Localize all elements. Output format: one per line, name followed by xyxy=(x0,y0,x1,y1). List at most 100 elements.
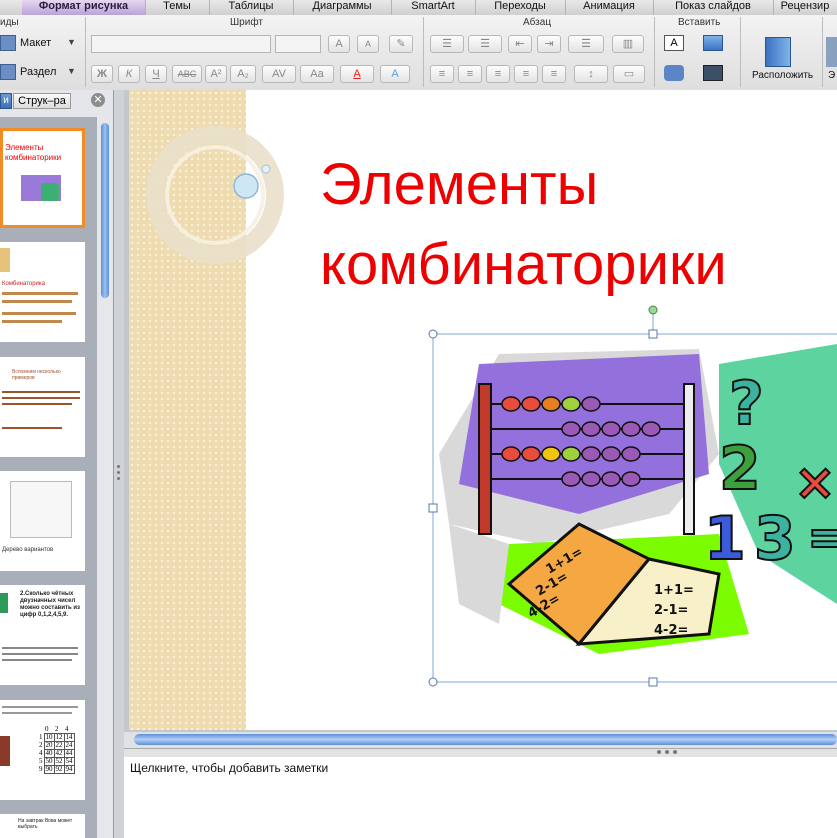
thumbnail-text-line xyxy=(2,403,72,405)
thumbnail-list: Элементы комбинаторики Комбинаторика Всп… xyxy=(0,117,97,838)
slide-thumbnail[interactable]: Дерево вариантов xyxy=(0,471,85,571)
tab-slides[interactable]: и xyxy=(0,93,12,109)
tab-charts[interactable]: Диаграммы xyxy=(293,0,392,15)
chevron-down-icon[interactable]: ▼ xyxy=(67,66,76,76)
distributed-icon[interactable]: ≡ xyxy=(542,65,566,83)
slide-thumbnail[interactable]: Элементы комбинаторики xyxy=(0,128,85,228)
slide-thumbnail[interactable]: 0 2 4 1 10 12 14 2 20 22 24 4 40 42 44 5 50 52 54 9 90 92 94 xyxy=(0,700,85,800)
slide-title[interactable]: Элементы комбинаторики xyxy=(320,145,820,305)
columns-icon[interactable]: ▥ xyxy=(612,35,644,53)
subscript-button[interactable]: A₂ xyxy=(230,65,256,83)
thumbnail-text-line xyxy=(2,292,78,295)
next-group-label: Э xyxy=(828,70,836,81)
scrollbar-thumb[interactable] xyxy=(101,123,109,298)
italic-button[interactable]: К xyxy=(118,65,140,83)
slide[interactable]: Элементы комбинаторики 1+1= 2-1= 4-2= 1+… xyxy=(129,90,837,730)
superscript-button[interactable]: A² xyxy=(205,65,227,83)
thumbnail-text-line xyxy=(2,647,78,649)
thumbnail-table-cell: 92 xyxy=(53,765,65,774)
character-spacing-button[interactable]: AV xyxy=(262,65,296,83)
thumbnail-table-cell: 94 xyxy=(63,765,75,774)
thumbnail-text-line xyxy=(2,653,78,655)
tab-slide-show[interactable]: Показ слайдов xyxy=(653,0,774,15)
thumbnail-text-line xyxy=(2,706,78,708)
align-text-icon[interactable]: ▭ xyxy=(613,65,645,83)
arrange-button[interactable]: Расположить xyxy=(752,70,813,81)
strikethrough-button[interactable]: ABC xyxy=(172,65,202,83)
thumbnail-title: Дерево вариантов xyxy=(2,547,54,553)
thumbnail-text-line xyxy=(2,320,62,323)
tab-themes[interactable]: Темы xyxy=(145,0,210,15)
media-icon[interactable] xyxy=(703,65,723,81)
svg-text:3: 3 xyxy=(754,504,796,574)
overflow-icon xyxy=(826,37,837,67)
arrange-icon[interactable] xyxy=(765,37,791,67)
notes-pane[interactable]: Щелкните, чтобы добавить заметки xyxy=(124,757,837,838)
text-box-icon[interactable]: A xyxy=(664,35,684,51)
slide-thumbnail[interactable]: Вспомним несколько примеров xyxy=(0,357,85,457)
ribbon-tab-bar: Формат рисунка Темы Таблицы Диаграммы Sm… xyxy=(0,0,837,16)
close-icon[interactable]: ✕ xyxy=(91,93,105,107)
svg-text:?: ? xyxy=(729,369,764,439)
slide-title-line: Элементы xyxy=(320,152,599,217)
decrease-indent-icon[interactable]: ⇤ xyxy=(508,35,532,53)
picture-icon[interactable] xyxy=(703,35,723,51)
shape-icon[interactable] xyxy=(664,65,684,81)
increase-indent-icon[interactable]: ⇥ xyxy=(537,35,561,53)
tab-transitions[interactable]: Переходы xyxy=(475,0,566,15)
font-size-field[interactable] xyxy=(275,35,321,53)
text-effects-button[interactable]: A xyxy=(380,65,410,83)
thumbnail-image xyxy=(41,183,59,201)
group-divider xyxy=(423,17,424,87)
tab-review[interactable]: Рецензир xyxy=(773,0,837,15)
grip-dot xyxy=(117,465,120,468)
scrollbar-thumb[interactable] xyxy=(134,734,837,745)
thumbnail-title: Элементы комбинаторики xyxy=(5,143,62,162)
bold-button[interactable]: Ж xyxy=(91,65,113,83)
grip-dot xyxy=(673,750,677,754)
thumbnail-text: 2.Сколько чётных двузначных чисел можно … xyxy=(20,591,81,618)
notes-placeholder[interactable]: Щелкните, чтобы добавить заметки xyxy=(130,761,328,775)
bullets-icon[interactable]: ☰ xyxy=(430,35,464,53)
svg-text:1+1=: 1+1= xyxy=(654,583,694,598)
align-right-icon[interactable]: ≡ xyxy=(486,65,510,83)
font-color-button[interactable]: A xyxy=(340,65,374,83)
font-name-field[interactable] xyxy=(91,35,271,53)
grip-dot xyxy=(665,750,669,754)
slide-thumbnail[interactable]: На завтрак Вова может выбрать xyxy=(0,814,85,838)
svg-text:×: × xyxy=(794,453,836,511)
line-spacing-icon[interactable]: ☰ xyxy=(568,35,604,53)
text-direction-icon[interactable]: ↕ xyxy=(574,65,608,83)
section-button[interactable]: Раздел xyxy=(20,66,56,78)
group-divider xyxy=(740,17,741,87)
shrink-font-button[interactable]: A xyxy=(357,35,379,53)
thumbnail-text-line xyxy=(2,397,80,399)
chevron-down-icon[interactable]: ▼ xyxy=(67,37,76,47)
slide-thumbnail[interactable]: Комбинаторика xyxy=(0,242,85,342)
numbering-icon[interactable]: ☰ xyxy=(468,35,502,53)
tab-picture-format[interactable]: Формат рисунка xyxy=(22,0,146,15)
slide-thumbnail[interactable]: 2.Сколько чётных двузначных чисел можно … xyxy=(0,585,85,685)
thumbnail-table-cell: 90 xyxy=(43,765,55,774)
clear-format-icon[interactable]: ✎ xyxy=(389,35,413,53)
thumbnail-text-line xyxy=(2,659,72,661)
thumbnail-text-line xyxy=(2,712,72,714)
svg-text:4-2=: 4-2= xyxy=(654,623,688,638)
change-case-button[interactable]: Aa xyxy=(300,65,334,83)
grow-font-button[interactable]: A xyxy=(328,35,350,53)
thumbnail-title: Вспомним несколько примеров xyxy=(12,369,61,381)
thumbnail-text-line xyxy=(2,312,76,315)
justify-icon[interactable]: ≡ xyxy=(514,65,538,83)
svg-text:2: 2 xyxy=(719,434,761,504)
align-center-icon[interactable]: ≡ xyxy=(458,65,482,83)
underline-button[interactable]: Ч xyxy=(145,65,167,83)
thumbnail-table: 0 2 4 1 10 12 14 2 20 22 24 4 40 42 44 5 50 52 54 9 90 92 94 xyxy=(38,726,75,774)
tab-smartart[interactable]: SmartArt xyxy=(391,0,476,15)
tab-outline[interactable]: Струк–ра xyxy=(13,93,71,109)
section-icon xyxy=(0,64,16,80)
tab-animation[interactable]: Анимация xyxy=(565,0,654,15)
tab-tables[interactable]: Таблицы xyxy=(209,0,294,15)
clipart-image[interactable]: 1+1= 2-1= 4-2= 1+1= 2-1= 4-2= ? 2 1 3 × … xyxy=(419,304,837,694)
align-left-icon[interactable]: ≡ xyxy=(430,65,454,83)
layout-button[interactable]: Макет xyxy=(20,37,51,49)
